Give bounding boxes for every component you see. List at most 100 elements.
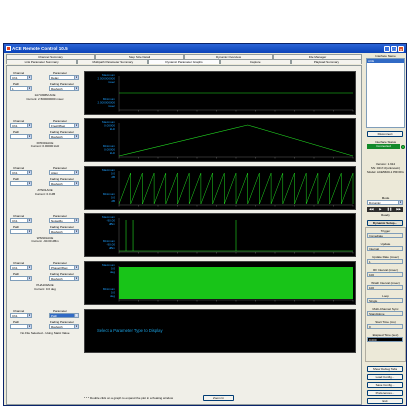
graph-min-label: dBm [109, 246, 116, 250]
rf-interval-field[interactable]: 100 [367, 272, 403, 277]
interface-item[interactable]: ACE [367, 59, 404, 63]
chevron-down-icon: ▼ [74, 218, 78, 222]
zoom-in-button[interactable]: Zoom In [203, 395, 234, 401]
readout-name: No File Selected - Using Static Value [20, 330, 70, 335]
path-select[interactable]: ▼ [10, 323, 32, 329]
app-icon [5, 45, 11, 51]
update-rate-field[interactable]: 1 [367, 259, 403, 264]
graph-max-label: dB [111, 175, 115, 179]
mode-select[interactable]: Dynamic ▼ [367, 200, 403, 205]
multi-sync-field[interactable]: StandAlone [367, 311, 403, 316]
chevron-down-icon: ▼ [74, 182, 78, 185]
channel-select[interactable]: Ch1 ▼ [10, 265, 32, 270]
path-value: 1 [12, 87, 14, 91]
forward-icon[interactable]: ▶▶ [394, 207, 403, 212]
graph-max-label: kHz [110, 127, 116, 131]
tab-dynamic-parameter-graphs[interactable]: Dynamic Parameter Graphs [148, 59, 220, 64]
parameter-select[interactable]: PhaseOffset ▼ [49, 265, 79, 270]
save-config-button[interactable]: Save Config... [367, 382, 403, 388]
channel-select[interactable]: Ch1 ▼ [10, 75, 32, 80]
chevron-down-icon: ▼ [27, 324, 31, 328]
loop-field[interactable]: Single [367, 298, 403, 303]
chevron-down-icon: ▼ [74, 134, 78, 138]
wrath-interval-field[interactable]: 100 [367, 285, 403, 290]
exit-button[interactable]: Exit [367, 398, 403, 404]
parameter-select[interactable]: Delay ▼ [49, 75, 79, 80]
parameter-select[interactable]: Path ▼ [49, 312, 79, 318]
graph-min-label: kHz [110, 151, 116, 155]
rewind-icon[interactable]: ◀◀ [367, 207, 376, 212]
path-select[interactable]: ▼ [10, 228, 32, 234]
tab-playload-summary[interactable]: Playload Summary [290, 59, 363, 64]
title-bar[interactable]: ACE Remote Control 10.5 _ □ × [4, 44, 406, 53]
tab-link-parameter-summary[interactable]: Link Parameter Summary [6, 59, 78, 64]
show-debug-tabs-button[interactable]: Show Debug Tabs [367, 366, 403, 372]
chevron-down-icon: ▼ [27, 171, 31, 174]
fading-select[interactable]: Rayleigh ▼ [49, 133, 79, 139]
path-select[interactable]: ▼ [10, 133, 32, 139]
path-select[interactable]: 1 ▼ [10, 86, 32, 91]
status-led-icon [401, 144, 405, 149]
parameter-graph[interactable]: Maximum 2.500000000 msec Minimum 2.500000000… [84, 71, 356, 115]
playback-controls: ◀◀ ▶ ❚❚ ▶▶ [367, 207, 403, 212]
parameter-select[interactable]: Atten ▼ [49, 170, 79, 175]
chevron-down-icon: ▼ [74, 229, 78, 233]
preferences-button[interactable]: Preferences... [367, 390, 403, 396]
path-select[interactable]: ▼ [10, 276, 32, 281]
channel-select[interactable]: Ch1 ▼ [10, 217, 32, 223]
disconnect-button[interactable]: Disconnect [367, 131, 403, 137]
channel-select[interactable]: Ch1 ▼ [10, 312, 32, 318]
play-icon[interactable]: ▶ [376, 207, 385, 212]
parameter-graph[interactable]: Maximum 0.0 dB Minimum 0.0 dB [84, 166, 356, 210]
tab-capture[interactable]: Capture [219, 59, 291, 64]
empty-graph[interactable]: Select a Parameter Type to Display [84, 309, 356, 353]
fading-value: Rayleigh [51, 277, 63, 281]
parameter-select[interactable]: FreqOffset ▼ [49, 122, 79, 128]
channel-select[interactable]: Ch1 ▼ [10, 170, 32, 175]
start-time-field[interactable]: 0 [367, 324, 403, 329]
fading-select[interactable]: Rayleigh ▼ [49, 86, 79, 91]
dynamic-setup-button[interactable]: Dynamic Setup... [367, 220, 403, 226]
fading-select[interactable]: Rayleigh ▼ [49, 181, 79, 186]
readout-current: Current: -90.00 dBm [31, 239, 59, 243]
fading-select[interactable]: Rayleigh ▼ [49, 276, 79, 281]
update-field[interactable]: Internal [367, 246, 403, 251]
graph-canvas: Maximum-90.00dBmMinimum-90.00dBm [102, 215, 354, 254]
chevron-down-icon: ▼ [74, 266, 78, 269]
chevron-down-icon: ▼ [27, 87, 31, 90]
fading-select[interactable]: Rayleigh ▼ [49, 323, 79, 329]
fading-value: Rayleigh [51, 324, 63, 329]
tab-multipath-parameter-summary[interactable]: Multipath Parameter Summary [77, 59, 149, 64]
fading-select[interactable]: Rayleigh ▼ [49, 228, 79, 234]
parameter-select[interactable]: NoiseMo ▼ [49, 217, 79, 223]
dynamic-parameter-graphs-panel: * * * Double click on a graph to expand … [6, 65, 362, 405]
model-text: Model: ACE5600-1 PROFG [367, 170, 404, 174]
minimize-button[interactable]: _ [384, 45, 390, 52]
interface-list[interactable]: ACE [366, 58, 405, 128]
chevron-down-icon: ▼ [74, 277, 78, 280]
parameter-value: NoiseMo [51, 218, 63, 223]
graph-max-label: msec [108, 80, 116, 84]
empty-graph-text: Select a Parameter Type to Display [97, 328, 163, 333]
parameter-graph[interactable]: Maximum 0.0 deg Minimum 0.0 deg [84, 261, 356, 305]
chevron-down-icon: ▼ [74, 87, 78, 90]
path-select[interactable]: ▼ [10, 181, 32, 186]
load-config-button[interactable]: Load Config... [367, 374, 403, 380]
mode-value: Dynamic [369, 201, 381, 205]
readout-current: Current: 2.500000000 msec [26, 96, 64, 101]
pause-icon[interactable]: ❚❚ [385, 207, 394, 212]
close-button[interactable]: × [398, 45, 404, 52]
parameter-value: Atten [51, 171, 59, 175]
channel-select[interactable]: Ch1 ▼ [10, 122, 32, 128]
channel-value: Ch1 [12, 266, 18, 270]
parameter-graph[interactable]: Maximum 0.00000 kHz Minimum 0.00000 kHz [84, 118, 356, 162]
trigger-field[interactable]: Immediate [367, 233, 403, 238]
graph-canvas: Maximum2.500000000msecMinimum2.500000000… [97, 73, 354, 112]
chevron-down-icon: ▼ [74, 313, 78, 317]
parameter-value: Path [51, 313, 58, 318]
readout-current: Current: 0.0 dB [34, 191, 56, 196]
maximize-button[interactable]: □ [391, 45, 397, 52]
chevron-down-icon: ▼ [74, 324, 78, 328]
parameter-graph[interactable]: Maximum -90.00 dBm Minimum -90.00 dBm [84, 213, 356, 257]
parameter-value: FreqOffset [51, 123, 66, 128]
